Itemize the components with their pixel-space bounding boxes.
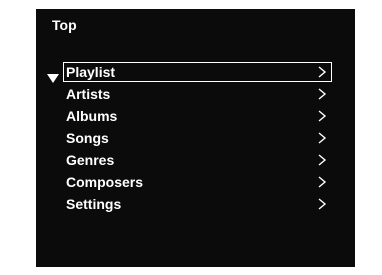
chevron-right-icon <box>318 176 327 188</box>
menu-item-settings[interactable]: Settings <box>63 194 332 214</box>
menu-item-artists[interactable]: Artists <box>63 84 332 104</box>
chevron-right-icon <box>318 154 327 166</box>
menu-item-label: Albums <box>66 108 118 124</box>
menu-item-label: Composers <box>66 174 144 190</box>
menu-item-label: Playlist <box>66 64 116 80</box>
menu-item-songs[interactable]: Songs <box>63 128 332 148</box>
osd-screen: Top Playlist Artists Albums Songs Genres… <box>36 9 355 267</box>
chevron-right-icon <box>318 110 327 122</box>
menu-item-albums[interactable]: Albums <box>63 106 332 126</box>
chevron-right-icon <box>318 198 327 210</box>
menu-item-composers[interactable]: Composers <box>63 172 332 192</box>
menu-item-label: Artists <box>66 86 111 102</box>
chevron-right-icon <box>318 66 327 78</box>
selection-cursor-icon <box>47 74 59 83</box>
page-title: Top <box>52 17 77 33</box>
menu-item-playlist[interactable]: Playlist <box>63 62 332 82</box>
menu-item-label: Songs <box>66 130 109 146</box>
menu-item-label: Settings <box>66 196 122 212</box>
menu-item-label: Genres <box>66 152 115 168</box>
chevron-right-icon <box>318 88 327 100</box>
menu-item-genres[interactable]: Genres <box>63 150 332 170</box>
chevron-right-icon <box>318 132 327 144</box>
